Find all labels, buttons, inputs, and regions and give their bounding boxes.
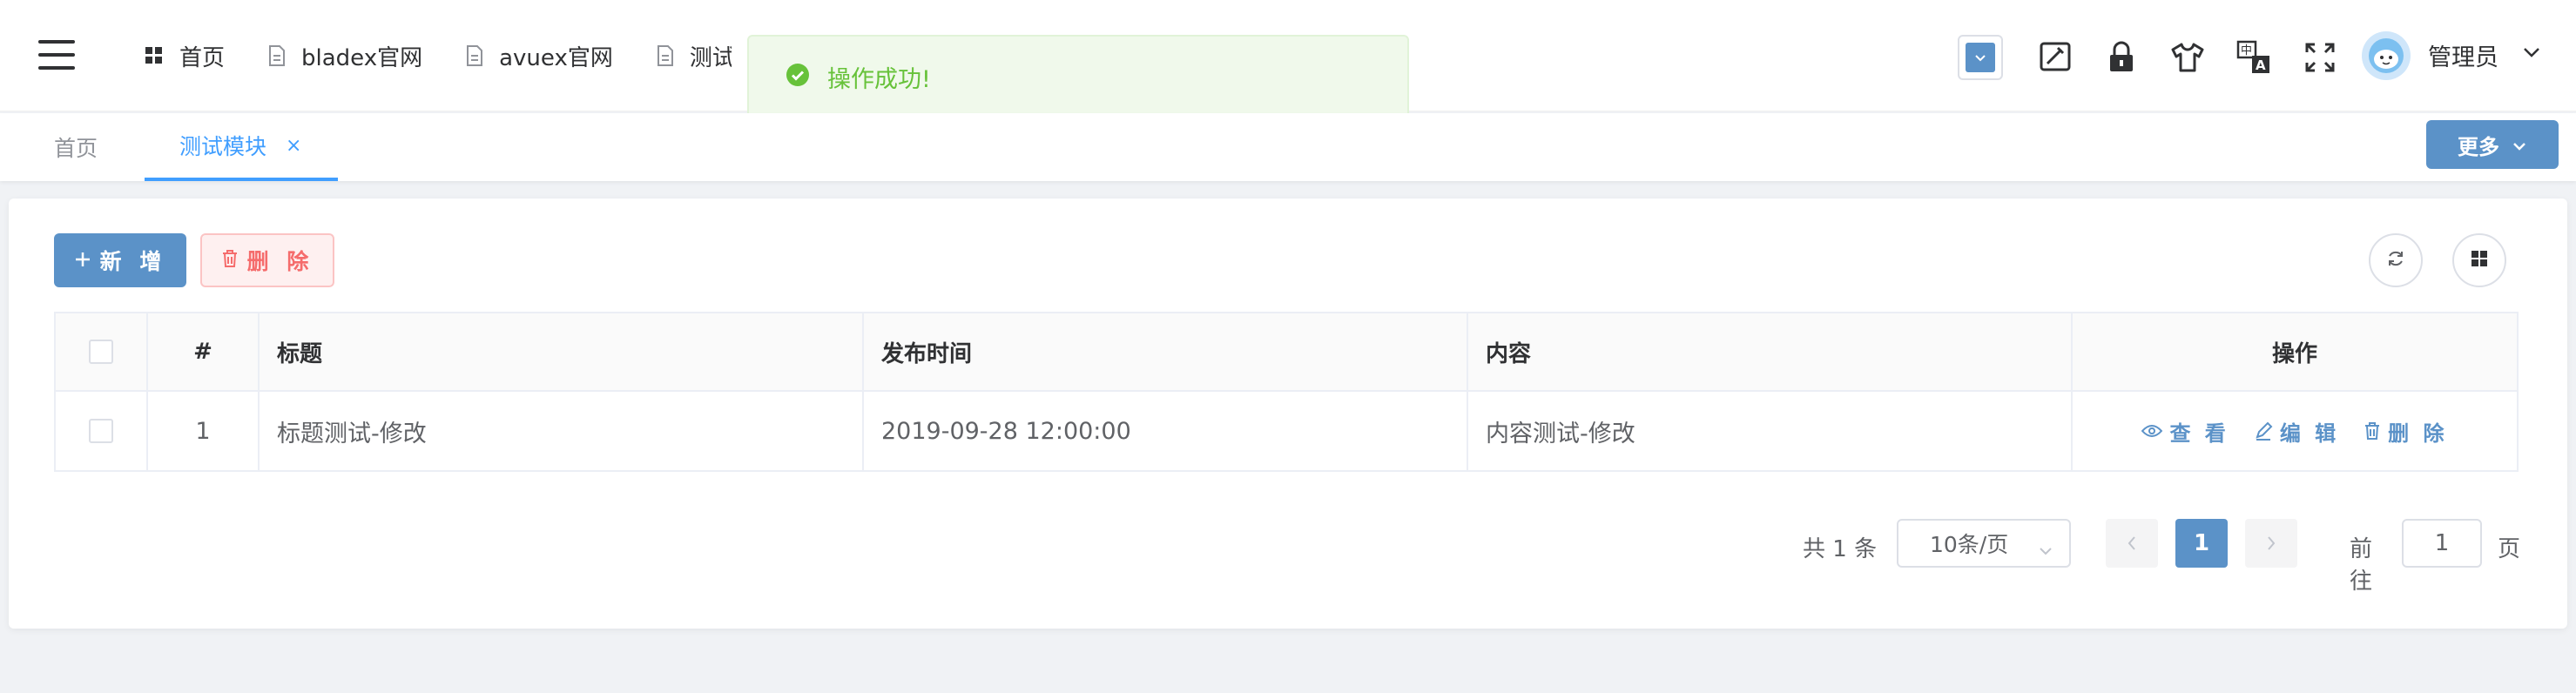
select-all-checkbox[interactable]: [89, 340, 113, 364]
pagination-total: 共 1 条: [1803, 536, 1878, 562]
row-ops: 查 看 编 辑 删 除: [2073, 392, 2517, 470]
fullscreen-icon[interactable]: [2297, 35, 2343, 80]
nav-item-label: avuex官网: [499, 44, 613, 71]
trash-icon: [221, 248, 239, 273]
lock-screen-edit-icon[interactable]: [2033, 35, 2078, 80]
next-page-button[interactable]: [2245, 519, 2297, 568]
tab-home[interactable]: 首页: [54, 113, 98, 181]
delete-button[interactable]: 删 除: [200, 233, 334, 287]
row-title: 标题测试-修改: [260, 392, 864, 470]
column-header: 内容: [1468, 313, 2073, 390]
trash-icon: [2365, 422, 2380, 440]
success-toast: 操作成功!: [747, 35, 1409, 118]
check-circle-icon: [786, 63, 810, 91]
page-number-current[interactable]: 1: [2175, 519, 2228, 568]
nav-item-label: 测试模块: [689, 44, 732, 71]
page-size-value: 10条/页: [1930, 532, 2009, 557]
refresh-button[interactable]: [2369, 233, 2423, 287]
column-settings-button[interactable]: [2452, 233, 2506, 287]
tab-label: 测试模块: [179, 134, 267, 159]
row-content: 内容测试-修改: [1468, 392, 2073, 470]
row-checkbox[interactable]: [89, 419, 113, 443]
nav-item-bladex[interactable]: bladex官网: [268, 40, 422, 72]
table-header: # 标题 发布时间 内容 操作: [56, 313, 2517, 392]
row-index: 1: [148, 392, 260, 470]
eye-icon: [2141, 425, 2163, 437]
goto-page-input[interactable]: [2402, 519, 2482, 568]
column-header: #: [148, 313, 260, 390]
column-header: 发布时间: [864, 313, 1468, 390]
chevron-down-icon: [1966, 43, 1995, 72]
nav-item-label: bladex官网: [301, 44, 423, 71]
document-icon: [657, 45, 674, 66]
more-button[interactable]: 更多: [2426, 120, 2559, 169]
grid-icon: [2471, 250, 2488, 271]
view-label: 查 看: [2169, 421, 2229, 446]
chevron-down-icon[interactable]: [2522, 45, 2541, 63]
refresh-icon: [2386, 249, 2405, 272]
page-size-select[interactable]: 10条/页: [1897, 519, 2071, 568]
column-header: 标题: [260, 313, 864, 390]
translate-icon[interactable]: 中A: [2231, 35, 2276, 80]
tab-test-module[interactable]: 测试模块 ×: [145, 113, 338, 181]
top-bar: 首页 bladex官网 avuex官网 测试模块 操作成功!: [0, 0, 2576, 118]
chevron-down-icon: [2512, 132, 2527, 157]
top-nav: 首页 bladex官网 avuex官网 测试模块: [145, 37, 775, 75]
document-icon: [268, 45, 286, 66]
tab-label: 首页: [54, 136, 98, 161]
edit-label: 编 辑: [2279, 421, 2340, 446]
add-label: 新 增: [99, 249, 167, 274]
chevron-left-icon: [2128, 536, 2135, 550]
svg-text:中: 中: [2241, 44, 2252, 57]
goto-suffix: 页: [2498, 536, 2521, 562]
avatar[interactable]: [2362, 31, 2411, 80]
chevron-right-icon: [2268, 536, 2276, 550]
nav-item-label: 首页: [179, 44, 226, 71]
goto-prefix: 前往: [2350, 536, 2373, 595]
chevron-down-icon: [2038, 536, 2053, 562]
crud-card: 新 增 删 除 # 标题 发布时间 内容 操作 1 标题测试-修改 2019-0…: [9, 198, 2567, 629]
header-checkbox-cell: [56, 313, 148, 390]
delete-label: 删 除: [246, 249, 314, 274]
close-icon[interactable]: ×: [286, 135, 301, 157]
column-header: 操作: [2271, 340, 2317, 367]
edit-icon: [2256, 421, 2273, 441]
view-button[interactable]: 查 看: [2141, 416, 2229, 447]
more-label: 更多: [2458, 134, 2499, 159]
tabs-bar: 首页 测试模块 × 更多: [0, 113, 2576, 181]
row-checkbox-cell: [56, 392, 148, 470]
nav-item-avuex[interactable]: avuex官网: [466, 40, 613, 72]
nav-item-test-module[interactable]: 测试模块: [657, 40, 732, 72]
table-row: 1 标题测试-修改 2019-09-28 12:00:00 内容测试-修改 查 …: [56, 392, 2517, 470]
user-name[interactable]: 管理员: [2428, 38, 2498, 72]
plus-icon: [74, 248, 91, 273]
row-time: 2019-09-28 12:00:00: [864, 392, 1468, 470]
theme-picker[interactable]: [1958, 35, 2003, 80]
nav-item-home[interactable]: 首页: [145, 40, 225, 72]
shirt-icon[interactable]: [2165, 35, 2210, 80]
document-icon: [466, 45, 483, 66]
prev-page-button[interactable]: [2106, 519, 2158, 568]
edit-button[interactable]: 编 辑: [2254, 416, 2339, 447]
data-table: # 标题 发布时间 内容 操作 1 标题测试-修改 2019-09-28 12:…: [54, 312, 2519, 472]
svg-text:A: A: [2256, 57, 2266, 73]
menu-toggle-icon[interactable]: [38, 40, 75, 70]
toast-message: 操作成功!: [827, 65, 931, 93]
delete-label: 删 除: [2388, 421, 2448, 446]
lock-icon[interactable]: [2099, 35, 2144, 80]
grid-icon: [145, 46, 164, 65]
row-delete-button[interactable]: 删 除: [2364, 416, 2447, 447]
add-button[interactable]: 新 增: [54, 233, 186, 287]
